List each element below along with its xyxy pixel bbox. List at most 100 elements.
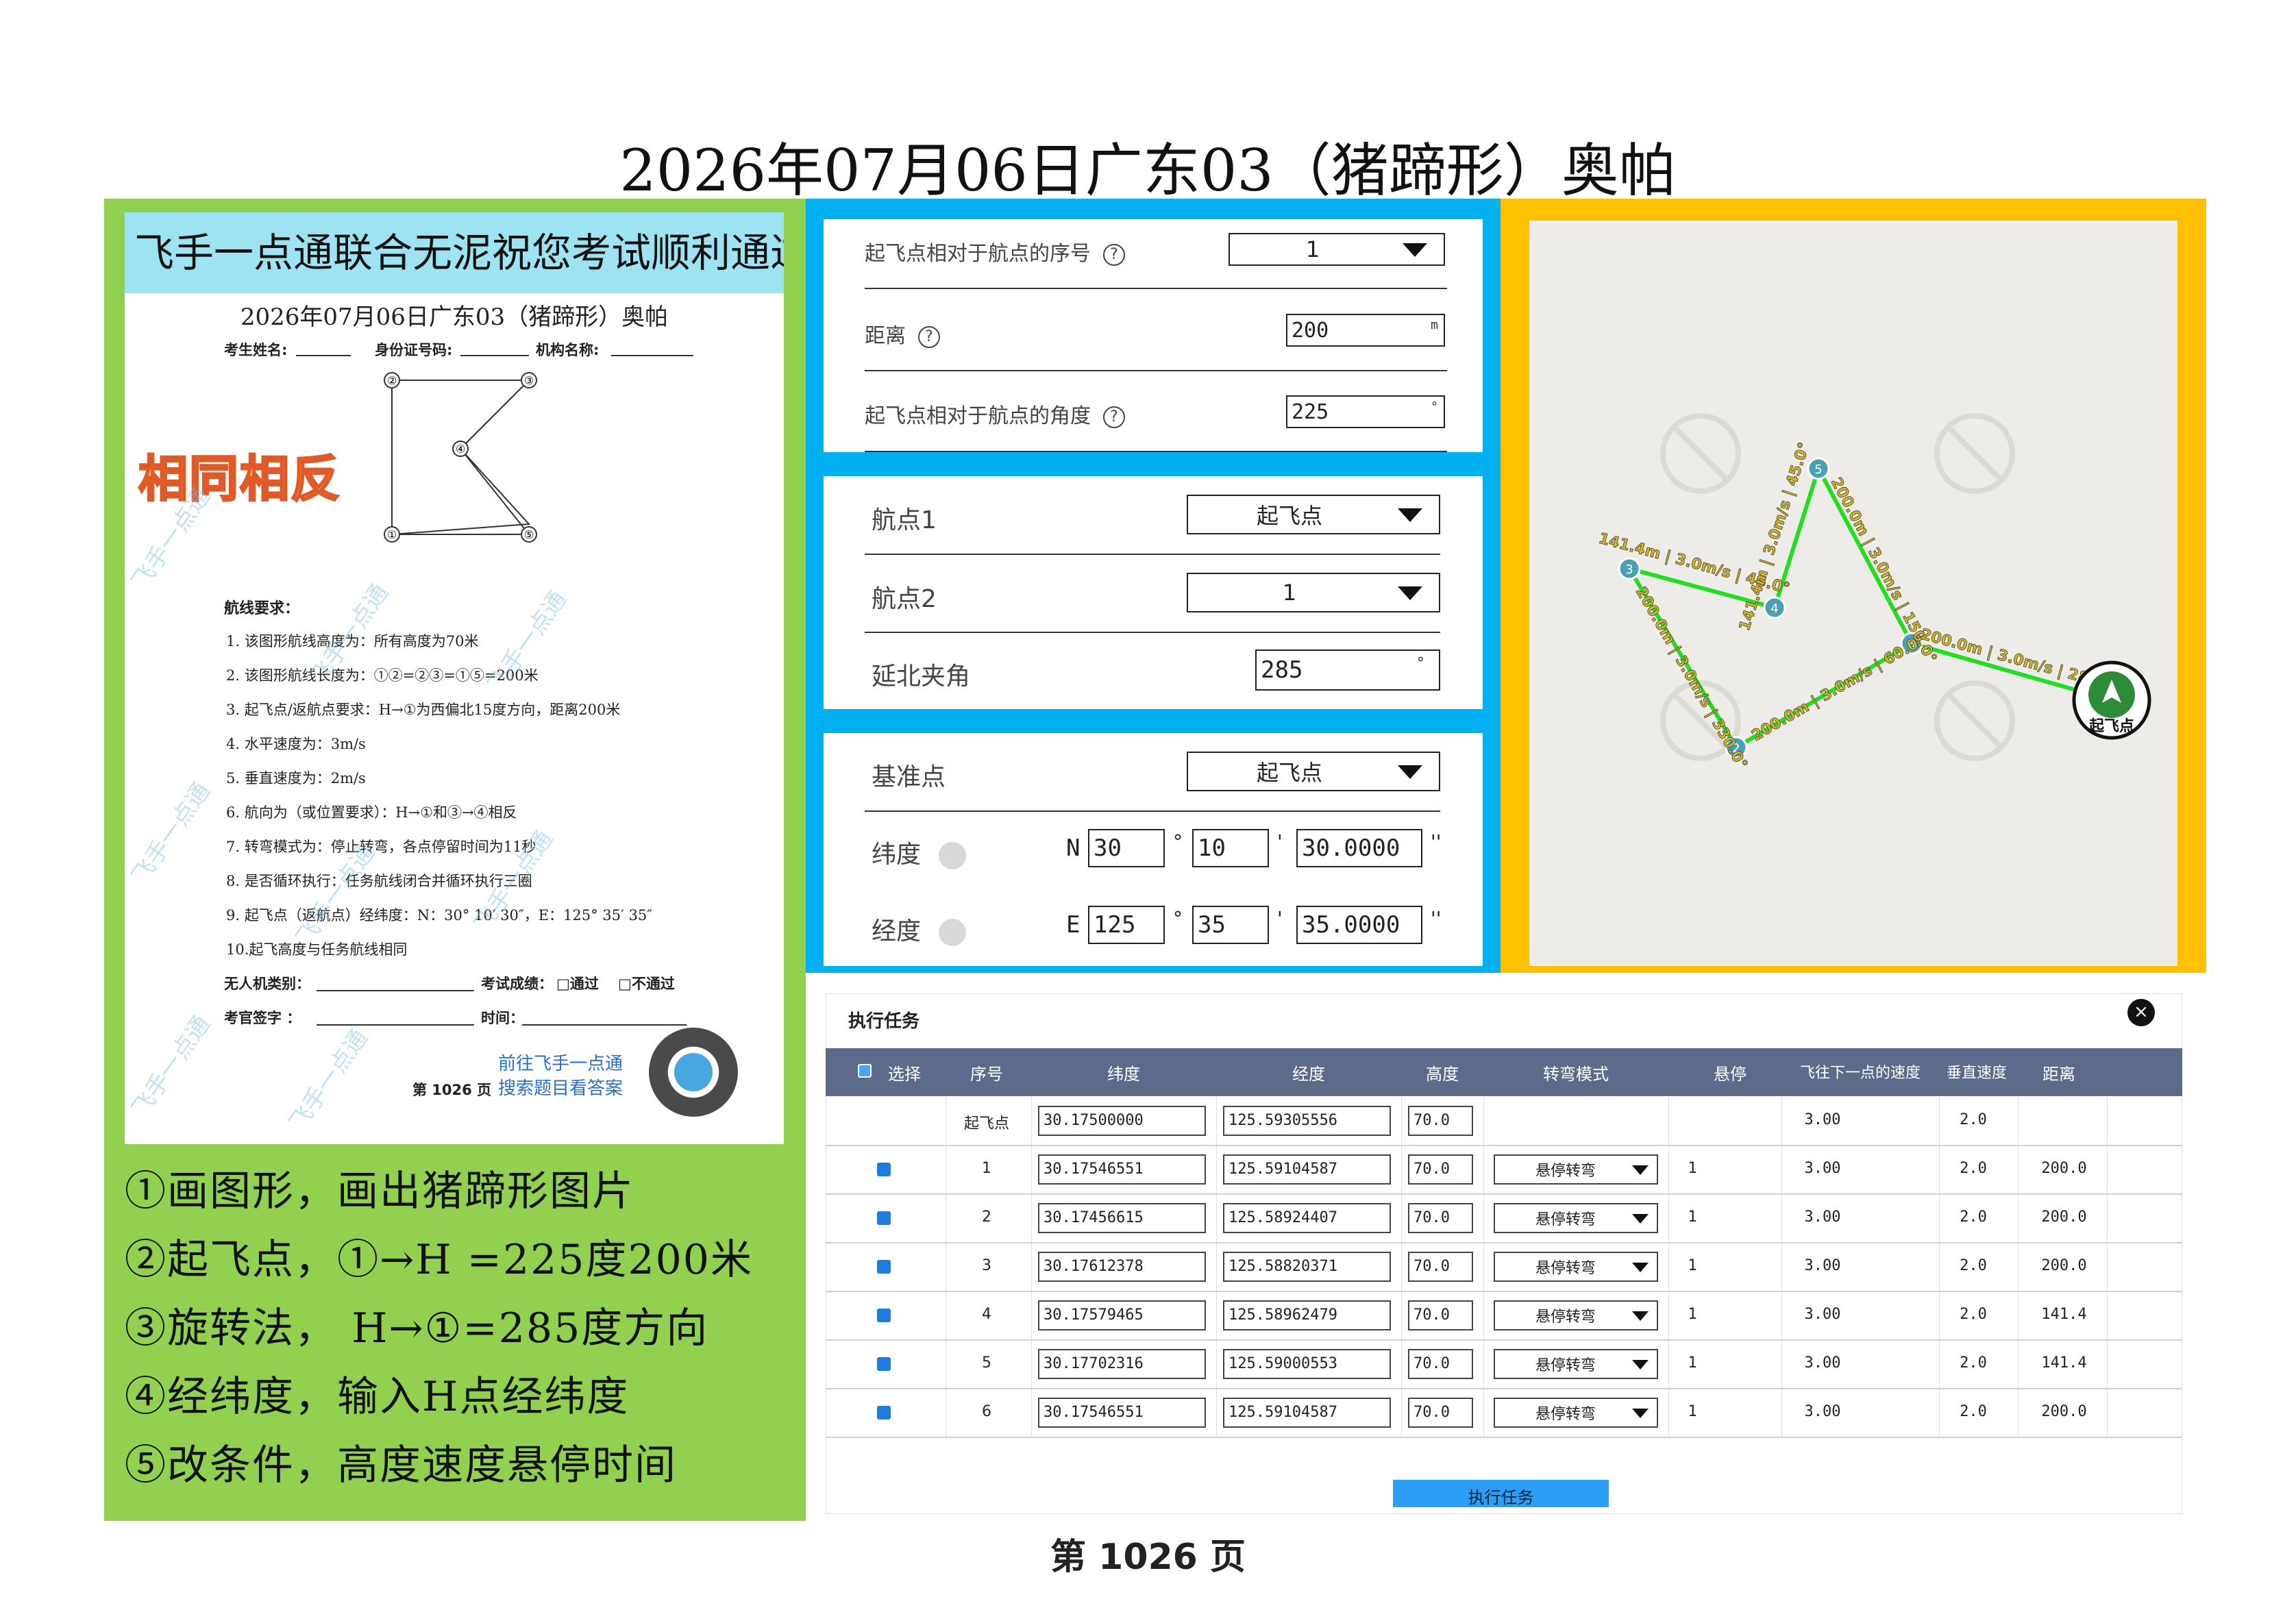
row-turn-dropdown[interactable]: 悬停转弯 <box>1494 1202 1658 1233</box>
angle-input[interactable]: 225 ° <box>1286 395 1445 428</box>
row-turn-value: 悬停转弯 <box>1535 1356 1596 1374</box>
row-checkbox[interactable] <box>877 1259 891 1274</box>
lon-min-input[interactable]: 35 <box>1192 906 1269 944</box>
row-turn-dropdown[interactable]: 悬停转弯 <box>1494 1397 1658 1428</box>
row-checkbox[interactable] <box>877 1211 891 1225</box>
row-turn-dropdown[interactable]: 悬停转弯 <box>1494 1300 1658 1330</box>
route-point-5: ⑤ <box>524 528 534 541</box>
route-point-4: ④ <box>456 443 465 456</box>
row-turn-value: 悬停转弯 <box>1535 1162 1596 1180</box>
row-lon-input[interactable]: 125.59104587 <box>1223 1154 1391 1185</box>
row-lat-input[interactable]: 30.17702316 <box>1038 1348 1206 1379</box>
row-lon-input[interactable]: 125.58962479 <box>1223 1300 1391 1330</box>
distance-label-row: 距离? <box>865 319 940 349</box>
row-lat-input[interactable]: 30.17546551 <box>1038 1397 1206 1428</box>
row-turn-dropdown[interactable]: 悬停转弯 <box>1494 1251 1658 1282</box>
row-dist: 200.0 <box>2041 1256 2087 1274</box>
route-diagram: ① ② ③ ④ ⑤ <box>384 372 537 543</box>
lon-label-row: 经度 <box>872 911 967 947</box>
route-point-2: ② <box>387 374 397 387</box>
watermark: 飞手一点通 <box>284 1024 374 1136</box>
row-alt-input[interactable]: 70.0 <box>1408 1251 1473 1282</box>
row-hover: 1 <box>1688 1159 1697 1177</box>
row-seq: 起飞点 <box>963 1115 1009 1132</box>
row-lat-input[interactable]: 30.17612378 <box>1038 1251 1206 1282</box>
help-icon[interactable]: ? <box>1103 243 1125 266</box>
row-lat-input[interactable]: 30.17579465 <box>1038 1300 1206 1330</box>
lat-deg-input[interactable]: 30 <box>1088 829 1165 867</box>
row-checkbox[interactable] <box>877 1405 891 1420</box>
execute-task-button[interactable]: 执行任务 <box>1393 1480 1609 1507</box>
lat-sec-input[interactable]: 30.0000 <box>1296 829 1422 867</box>
row-alt-input[interactable]: 70.0 <box>1408 1105 1473 1136</box>
watermark: 飞手一点通 <box>126 1011 217 1122</box>
help-icon[interactable]: ? <box>918 325 940 348</box>
row-alt-input[interactable]: 70.0 <box>1408 1154 1473 1185</box>
toggle-format-icon[interactable] <box>939 919 967 946</box>
col-header-seq: 序号 <box>970 1065 1003 1084</box>
row-lon-input[interactable]: 125.58820371 <box>1223 1251 1391 1282</box>
help-icon[interactable]: ? <box>1103 406 1125 428</box>
wp2-value: 1 <box>1282 580 1297 606</box>
toggle-format-icon[interactable] <box>939 842 967 869</box>
row-lon-input[interactable]: 125.58924407 <box>1223 1202 1391 1233</box>
wp1-dropdown[interactable]: 起飞点 <box>1187 495 1440 534</box>
waypoint-label-3: 3 <box>1625 562 1633 577</box>
row-checkbox[interactable] <box>877 1308 891 1322</box>
distance-unit: m <box>1431 318 1438 332</box>
row-seq: 6 <box>982 1402 991 1420</box>
row-lon-input[interactable]: 125.59305556 <box>1223 1105 1391 1136</box>
row-turn-value: 悬停转弯 <box>1535 1308 1596 1326</box>
row-alt-input[interactable]: 70.0 <box>1408 1202 1473 1233</box>
seq-value: 1 <box>1305 236 1320 262</box>
id-number-label: 身份证号码: <box>375 342 453 358</box>
bearing-value: 285 <box>1261 656 1303 684</box>
requirement-3: 3. 起飞点/返航点要求：H→①为西偏北15度方向，距离200米 <box>226 702 621 718</box>
row-checkbox[interactable] <box>877 1162 891 1176</box>
bearing-label: 延北夹角 <box>872 662 971 691</box>
row-checkbox[interactable] <box>877 1356 891 1371</box>
row-turn-dropdown[interactable]: 悬停转弯 <box>1494 1154 1658 1185</box>
wp1-label: 航点1 <box>872 506 937 534</box>
row-alt-input[interactable]: 70.0 <box>1408 1348 1473 1379</box>
ref-value: 起飞点 <box>1256 760 1322 786</box>
lat-min-input[interactable]: 10 <box>1192 829 1269 867</box>
row-speed: 3.00 <box>1804 1159 1841 1177</box>
row-lat-input[interactable]: 30.17500000 <box>1038 1105 1206 1136</box>
row-vspeed: 2.0 <box>1960 1354 1987 1372</box>
row-seq: 3 <box>982 1256 991 1274</box>
bearing-input[interactable]: 285 ° <box>1255 649 1440 691</box>
ref-label: 基准点 <box>872 763 946 791</box>
col-header-speed: 飞往下一点的速度 <box>1799 1065 1921 1082</box>
row-speed: 3.00 <box>1804 1208 1841 1226</box>
map-view[interactable]: 3 2 4 5 6 141.4m | 3.0m/s | 45.0° 200.0m… <box>1529 221 2177 966</box>
watermark: 飞手一点通 <box>126 778 217 889</box>
row-lat-input[interactable]: 30.17456615 <box>1038 1202 1206 1233</box>
col-header-lon: 经度 <box>1292 1065 1325 1084</box>
ref-dropdown[interactable]: 起飞点 <box>1187 752 1440 791</box>
route-point-1: ① <box>387 528 397 541</box>
row-lon-input[interactable]: 125.59000553 <box>1223 1348 1391 1379</box>
requirement-9: 9. 起飞点（返航点）经纬度：N：30° 10′ 30″，E：125° 35′ … <box>226 907 653 924</box>
lon-deg-input[interactable]: 125 <box>1088 906 1165 944</box>
wp2-dropdown[interactable]: 1 <box>1187 573 1440 612</box>
row-turn-dropdown[interactable]: 悬停转弯 <box>1494 1348 1658 1379</box>
col-header-dist: 距离 <box>2042 1065 2075 1084</box>
row-hover: 1 <box>1688 1354 1697 1372</box>
page-title: 2026年07月06日广东03（猪蹄形）奥帕 <box>619 137 1677 204</box>
distance-input[interactable]: 200 m <box>1286 314 1445 347</box>
seq-dropdown[interactable]: 1 <box>1229 233 1445 266</box>
distance-value: 200 <box>1292 318 1329 343</box>
score-label: 考试成绩： <box>481 976 553 992</box>
row-vspeed: 2.0 <box>1960 1402 1987 1420</box>
row-alt-input[interactable]: 70.0 <box>1408 1300 1473 1330</box>
qr-text-2: 搜索题目看答案 <box>498 1078 624 1099</box>
row-lat-input[interactable]: 30.17546551 <box>1038 1154 1206 1185</box>
row-alt-input[interactable]: 70.0 <box>1408 1397 1473 1428</box>
task-title: 执行任务 <box>848 1011 920 1032</box>
row-vspeed: 2.0 <box>1960 1305 1987 1323</box>
lon-sec-input[interactable]: 35.0000 <box>1296 906 1422 944</box>
select-all-checkbox[interactable] <box>858 1064 872 1078</box>
row-lon-input[interactable]: 125.59104587 <box>1223 1397 1391 1428</box>
close-icon[interactable]: × <box>2127 999 2155 1026</box>
